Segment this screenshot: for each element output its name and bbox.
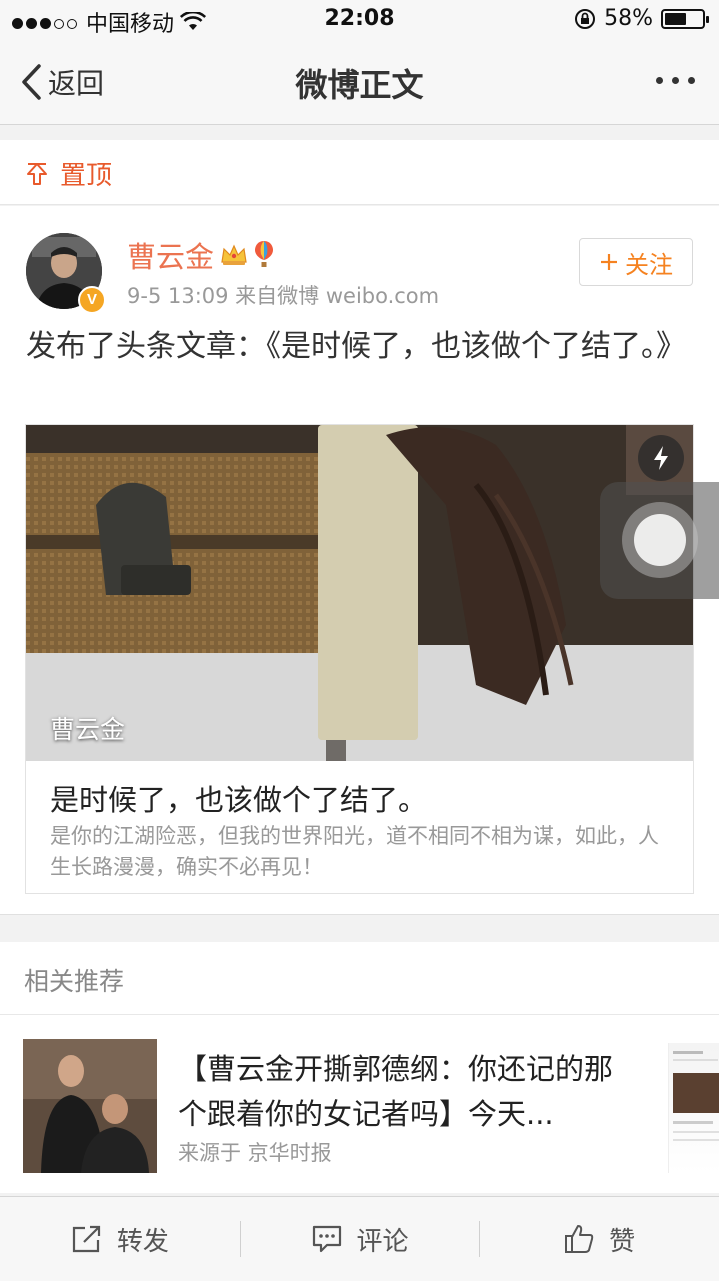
related-title: 【曹云金开撕郭德纲：你还记的那个跟着你的女记者吗】今天...	[178, 1052, 614, 1131]
pinned-label: 置顶	[60, 161, 113, 191]
pinned-label-group: 置顶	[26, 155, 112, 192]
lightning-icon	[654, 446, 668, 470]
author-name-row: 曹云金	[127, 234, 274, 276]
flash-icon[interactable]	[638, 435, 684, 481]
plus-icon	[601, 254, 617, 270]
battery-fill	[665, 12, 686, 25]
crown-icon	[221, 244, 247, 265]
related-heading-bar: 相关推荐	[0, 942, 719, 1015]
related-thumbnail	[23, 1039, 157, 1173]
post-meta: 9-5 13:09 来自微博 weibo.com	[127, 284, 440, 308]
more-dot-icon	[672, 77, 679, 84]
like-label: 赞	[609, 1226, 636, 1257]
cover-author-label: 曹云金	[50, 715, 126, 744]
author-name[interactable]: 曹云金	[127, 234, 214, 276]
related-item[interactable]: 【曹云金开撕郭德纲：你还记的那个跟着你的女记者吗】今天... 来源于 京华时报	[0, 1015, 719, 1193]
like-button[interactable]: 赞	[479, 1197, 719, 1281]
assistive-touch-button[interactable]	[600, 482, 719, 599]
bottom-toolbar: 转发 评论 赞	[0, 1196, 719, 1281]
comment-icon	[312, 1225, 341, 1253]
battery-percent: 58%	[604, 6, 653, 31]
verified-badge: V	[78, 286, 106, 314]
repost-button[interactable]: 转发	[0, 1197, 240, 1281]
related-heading: 相关推荐	[24, 967, 125, 996]
status-bar: 中国移动 22:08 58%	[0, 0, 719, 40]
post-text: 发布了头条文章：《是时候了，也该做个了结了。》	[26, 329, 686, 364]
follow-label: 关注	[625, 250, 673, 279]
comment-label: 评论	[356, 1226, 409, 1257]
rotation-lock-icon	[575, 8, 596, 29]
page-title: 微博正文	[295, 66, 424, 104]
next-related-preview[interactable]	[668, 1043, 719, 1173]
share-icon	[72, 1225, 100, 1253]
follow-button[interactable]: 关注	[579, 238, 693, 286]
comment-button[interactable]: 评论	[239, 1197, 480, 1281]
next-related-preview-illustration	[673, 1051, 719, 1141]
pin-top-icon	[27, 162, 47, 185]
article-card[interactable]: 曹云金 是时候了，也该做个了结了。 是你的江湖险恶，但我的世界阳光，道不相同不相…	[25, 424, 694, 894]
more-dot-icon	[656, 77, 663, 84]
thumbs-up-icon	[565, 1225, 594, 1253]
article-title: 是时候了，也该做个了结了。	[50, 783, 428, 817]
status-right: 58%	[574, 6, 709, 31]
repost-label: 转发	[116, 1226, 169, 1257]
pinned-bar: 置顶	[0, 140, 719, 205]
assistive-touch-core	[634, 514, 686, 566]
battery-icon	[661, 8, 709, 29]
article-description: 是你的江湖险恶，但我的世界阳光，道不相同不相为谋，如此，人生长路漫漫，确实不必再…	[50, 824, 659, 879]
nav-bar: 返回 微博正文	[0, 40, 719, 125]
related-source: 来源于 京华时报	[178, 1141, 332, 1165]
more-dot-icon	[688, 77, 695, 84]
balloon-icon	[255, 241, 274, 267]
more-options-button[interactable]	[656, 77, 695, 84]
seal-photo-illustration	[26, 425, 693, 761]
article-cover-image: 曹云金	[26, 425, 693, 761]
related-photo-illustration	[23, 1039, 157, 1173]
